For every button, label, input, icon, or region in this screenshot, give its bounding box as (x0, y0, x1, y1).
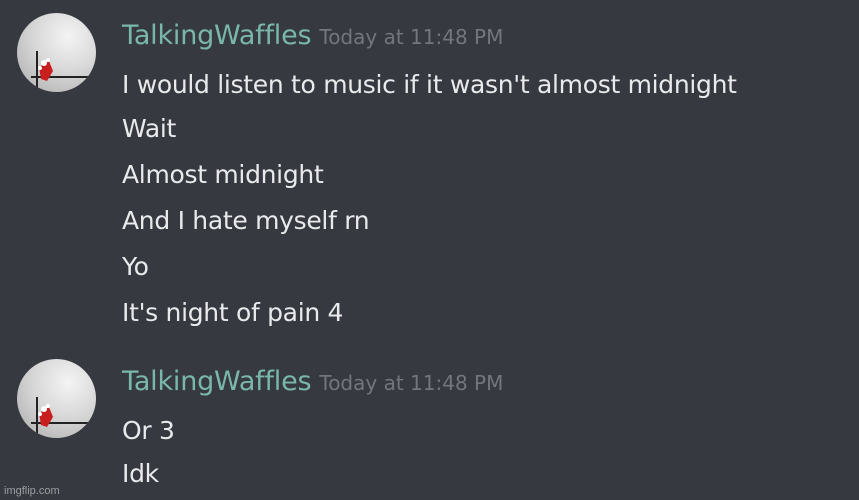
message-text: Yo (122, 252, 149, 281)
avatar-drawing-icon (31, 51, 96, 92)
message-text: And I hate myself rn (122, 206, 370, 235)
avatar[interactable] (17, 13, 96, 92)
username[interactable]: TalkingWaffles (122, 20, 312, 51)
watermark: imgflip.com (4, 485, 60, 497)
timestamp[interactable]: Today at 11:48 PM (319, 371, 503, 395)
avatar[interactable] (17, 359, 96, 438)
avatar-drawing-icon (31, 397, 96, 438)
message-header: TalkingWaffles Today at 11:48 PM (122, 20, 503, 51)
message-text: Wait (122, 114, 176, 143)
message-text: Idk (122, 459, 159, 488)
message-text: I would listen to music if it wasn't alm… (122, 70, 737, 99)
message-text: Or 3 (122, 416, 175, 445)
message-header: TalkingWaffles Today at 11:48 PM (122, 366, 503, 397)
message-text: It's night of pain 4 (122, 298, 344, 327)
message-text: Almost midnight (122, 160, 324, 189)
username[interactable]: TalkingWaffles (122, 366, 312, 397)
timestamp[interactable]: Today at 11:48 PM (319, 25, 503, 49)
